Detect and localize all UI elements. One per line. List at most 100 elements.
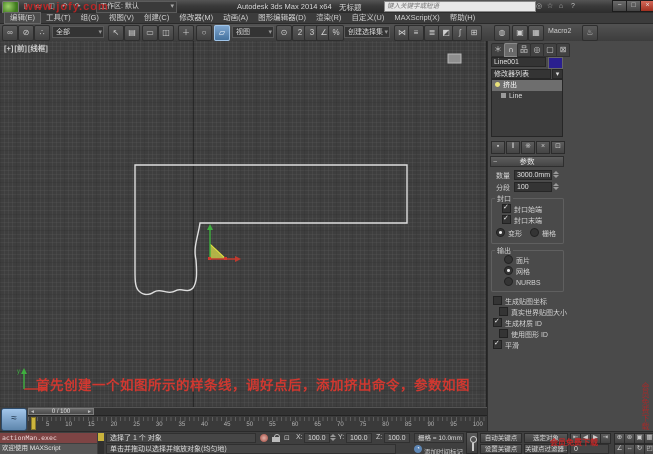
distant-object-rect[interactable] [448, 54, 461, 63]
time-slider[interactable]: ◄ 0 / 100 ► [28, 407, 487, 415]
extruded-spline-shape[interactable] [135, 165, 407, 294]
absolute-mode-icon[interactable]: ⊡ [284, 434, 290, 442]
mesh-radio[interactable]: 网格 [504, 266, 530, 277]
menu-item[interactable]: 渲染(R) [311, 13, 346, 23]
cap-end-checkbox[interactable]: 封口末端 [502, 215, 542, 226]
stack-item-extrude[interactable]: 挤出 [492, 80, 562, 91]
y-coordinate-field[interactable]: 100.0 [346, 433, 372, 443]
generate-material-id-checkbox[interactable]: 生成材质 ID [493, 318, 542, 329]
segments-field[interactable]: 100 [514, 182, 552, 192]
viewport-general-menu[interactable]: [+] [4, 44, 13, 53]
selection-filter-dropdown[interactable]: 全部 ▾ [52, 26, 104, 38]
tab-utilities[interactable]: ⊠ [556, 43, 570, 57]
go-to-end-button[interactable]: ⇥ [600, 433, 611, 444]
tab-hierarchy[interactable]: 品 [517, 43, 531, 57]
z-coordinate-field[interactable]: 100.0 [384, 433, 410, 443]
align-icon[interactable]: ≡ [408, 25, 424, 41]
pin-stack-button[interactable]: ▪ [491, 141, 505, 154]
menu-item[interactable]: 视图(V) [104, 13, 139, 23]
named-selection-sets-dropdown[interactable]: 创建选择集 ▾ [344, 26, 390, 38]
select-rotate-icon[interactable]: ○ [196, 25, 212, 41]
grid-radio[interactable]: 栅格 [530, 228, 556, 239]
scale-gizmo[interactable] [207, 224, 241, 262]
modifier-list-arrow[interactable]: ▾ [552, 69, 563, 79]
help-icon[interactable]: ? [568, 2, 578, 11]
stack-item-line[interactable]: Line [492, 91, 562, 102]
generate-mapping-checkbox[interactable]: 生成贴图坐标 [493, 296, 547, 307]
segments-spinner[interactable] [553, 182, 558, 191]
modifier-bulb-icon[interactable] [495, 82, 500, 87]
maximize-viewport-icon[interactable]: ◰ [644, 444, 653, 454]
reference-coordinate-dropdown[interactable]: 视图 ▾ [232, 26, 274, 38]
menu-item[interactable]: 编辑(E) [4, 12, 41, 24]
window-crossing-icon[interactable]: ◫ [158, 25, 174, 41]
percent-snap-icon[interactable]: % [328, 25, 344, 41]
object-color-swatch[interactable] [548, 57, 563, 69]
menu-item[interactable]: MAXScript(X) [389, 13, 444, 23]
add-time-tag[interactable]: 添加时间标记 [424, 446, 463, 454]
menu-item[interactable]: 创建(C) [139, 13, 174, 23]
amount-spinner[interactable] [553, 170, 558, 179]
menu-item[interactable]: 修改器(M) [174, 13, 218, 23]
select-scale-icon[interactable]: ▱ [214, 25, 230, 41]
menu-item[interactable]: 自定义(U) [346, 13, 389, 23]
tab-create[interactable]: ＊ [491, 43, 505, 57]
favorites-star-icon[interactable]: ☆ [545, 2, 555, 11]
x-coordinate-field[interactable]: 100.0 [304, 433, 330, 443]
parameters-rollout-header[interactable]: − 参数 [490, 156, 564, 167]
set-key-button[interactable] [466, 432, 478, 454]
viewport-canvas[interactable]: x y [0, 41, 487, 407]
selection-lock-icon[interactable] [272, 434, 281, 443]
make-unique-button[interactable]: ※ [521, 141, 535, 154]
patch-radio[interactable]: 面片 [504, 255, 530, 266]
tab-display[interactable]: ▢ [543, 43, 557, 57]
tab-motion[interactable]: ◎ [530, 43, 544, 57]
select-object-icon[interactable]: ↖ [108, 25, 124, 41]
smooth-checkbox[interactable]: 平滑 [493, 340, 519, 351]
x-spinner[interactable] [330, 433, 335, 442]
set-key-mode-button[interactable]: 设置关键点 [480, 444, 522, 454]
track-bar[interactable]: 5101520253035404550556065707580859095100 [28, 415, 487, 431]
menu-item[interactable]: 组(G) [76, 13, 104, 23]
real-world-map-checkbox[interactable]: 真实世界贴图大小 [499, 307, 567, 318]
zoom-extents-all-icon[interactable]: ▦ [644, 433, 653, 444]
unlink-icon[interactable]: ⊘ [18, 25, 34, 41]
auto-key-button[interactable]: 自动关键点 [480, 433, 522, 443]
search-input[interactable] [384, 1, 536, 12]
tab-modify[interactable]: ∩ [504, 43, 518, 57]
use-center-icon[interactable]: ⊙ [276, 25, 292, 41]
front-viewport[interactable]: [+][前][线框] x [0, 41, 487, 407]
render-production-teapot-icon[interactable]: ♨ [582, 25, 598, 41]
remove-modifier-button[interactable]: × [536, 141, 550, 154]
modifier-stack[interactable]: 挤出 Line [491, 79, 563, 137]
menu-item[interactable]: 工具(T) [41, 13, 76, 23]
morph-radio[interactable]: 变形 [496, 228, 522, 239]
current-frame-marker[interactable] [31, 417, 36, 430]
mini-curve-editor-button[interactable]: ≈ [1, 408, 27, 431]
menu-item[interactable]: 帮助(H) [445, 13, 480, 23]
amount-field[interactable]: 3000.0mm [514, 170, 552, 180]
bind-spacewarp-icon[interactable]: ∴ [34, 25, 50, 41]
use-shape-id-checkbox[interactable]: 使用图形 ID [499, 329, 548, 340]
rectangular-region-icon[interactable]: ▭ [142, 25, 158, 41]
menu-item[interactable]: 图形编辑器(D) [253, 13, 311, 23]
rendered-frame-icon[interactable]: ▦ [528, 25, 544, 41]
nurbs-radio[interactable]: NURBS [504, 277, 541, 287]
time-slider-handle[interactable]: ◄ 0 / 100 ► [28, 408, 94, 415]
maxscript-listener-line2[interactable]: 欢迎使用 MAXScript [0, 444, 97, 454]
configure-modifier-sets-button[interactable]: ⊡ [551, 141, 565, 154]
menu-item[interactable]: 动画(A) [218, 13, 253, 23]
home-icon[interactable]: ⌂ [556, 2, 566, 11]
modifier-list-dropdown[interactable]: 修改器列表 [491, 69, 551, 79]
select-by-name-icon[interactable]: ▤ [124, 25, 140, 41]
listener-scrollbar[interactable] [98, 433, 104, 454]
maxscript-listener-line1[interactable]: actionMan.exec [0, 433, 97, 443]
select-link-icon[interactable]: ∞ [2, 25, 18, 41]
schematic-view-icon[interactable]: ⊞ [466, 25, 482, 41]
viewport-shading-menu[interactable]: [线框] [28, 44, 48, 53]
object-name-field[interactable]: Line001 [491, 57, 546, 67]
render-setup-icon[interactable]: ▣ [512, 25, 528, 41]
viewport-pov-menu[interactable]: [前] [14, 44, 27, 53]
isolate-selection-icon[interactable] [260, 434, 268, 442]
select-move-icon[interactable]: ＋ [178, 25, 194, 41]
